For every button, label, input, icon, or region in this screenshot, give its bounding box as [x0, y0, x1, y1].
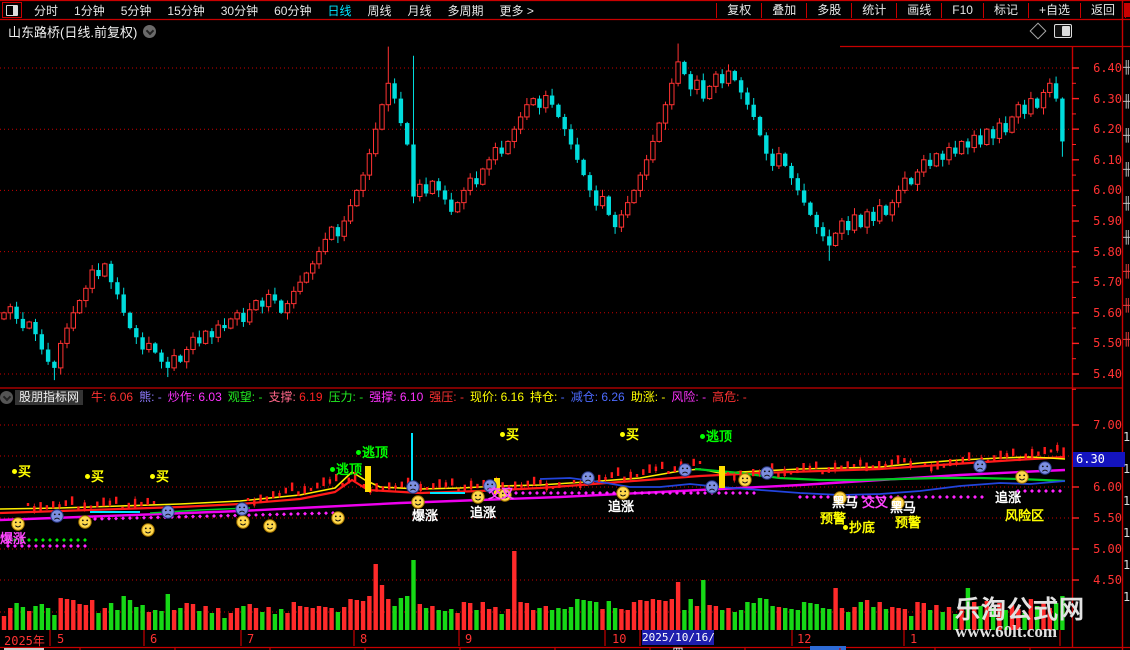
time-axis-label: 6	[150, 632, 158, 646]
signal-label-交叉: 交叉	[862, 495, 889, 510]
watermark: 乐淘公式网 www.60lt.com	[955, 597, 1085, 641]
watermark-site-name: 乐淘公式网	[955, 596, 1086, 624]
clipped-glyph: 1	[1123, 590, 1130, 604]
indicator-field: 压力: -	[328, 390, 364, 404]
time-axis-label: 8	[360, 632, 368, 646]
indicator-name[interactable]: 股朋指标网	[15, 389, 84, 405]
signal-label-逃顶: 逃顶	[330, 459, 362, 478]
clipped-glyph: ╫	[1123, 128, 1130, 142]
indicator-header: 股朋指标网 牛: 6.06 熊: - 炒作: 6.03 观望: - 支撑: 6.19 压力…	[0, 389, 1070, 405]
indicator-field: 现价: 6.16	[469, 390, 524, 404]
signal-dot	[500, 432, 505, 437]
clipped-glyph: 1	[1123, 462, 1130, 476]
indicator-field: 炒作: 6.03	[167, 390, 222, 404]
frame-lines	[0, 0, 1130, 650]
main-axis-label: 6.00	[1093, 183, 1122, 198]
signal-dot	[356, 450, 361, 455]
indicator-collapse-icon[interactable]	[0, 390, 13, 404]
clipped-glyph: 1	[1123, 494, 1130, 508]
indicator-field: 观望: -	[227, 390, 263, 404]
clipped-glyph: ╫	[1123, 230, 1130, 244]
signal-dot	[150, 474, 155, 479]
signal-label-风险区: 风险区	[1005, 508, 1045, 523]
main-axis-label: 6.40	[1093, 61, 1122, 75]
clipped-glyph: ╫	[1123, 298, 1130, 312]
signal-label-逃顶: 逃顶	[356, 442, 388, 461]
clipped-glyph: ╫	[1123, 264, 1130, 278]
clipped-glyph: ╫	[1123, 94, 1130, 108]
main-axis-label: 5.40	[1093, 367, 1122, 381]
trading-app-window: 分时 1分钟 5分钟 15分钟 30分钟 60分钟 日线 周线 月线 多周期 更多 > 复权 叠加 多股…	[0, 0, 1130, 650]
time-axis-label: 7	[247, 632, 255, 646]
indicator-field: 熊: -	[139, 390, 162, 404]
time-axis-label: 2025年	[4, 634, 45, 648]
main-gridlines	[0, 67, 1072, 375]
selected-date-badge: 2025/10/16/四	[642, 630, 715, 650]
signal-label-买: 买	[500, 424, 519, 443]
main-axis-label: 5.50	[1093, 336, 1122, 351]
signal-label-追涨: 追涨	[995, 490, 1022, 505]
signal-label-爆涨: 爆涨	[0, 531, 27, 546]
indicator-axis-label: 5.50	[1093, 511, 1122, 525]
indicator-field: 高危: -	[712, 390, 747, 404]
signal-label-买: 买	[85, 466, 104, 485]
indicator-axis-label: 6.00	[1093, 480, 1122, 494]
time-axis-label: 12	[797, 632, 812, 646]
signal-label-追涨: 追涨	[470, 505, 497, 520]
time-axis-label: 1	[910, 632, 918, 646]
clipped-glyph: ╫	[1123, 162, 1130, 176]
main-axis-label: 5.60	[1093, 305, 1122, 320]
signal-label-买: 买	[12, 461, 31, 480]
indicator-field: 助涨: -	[630, 390, 666, 404]
right-edge-clipped-panel: 1 1 1 1 1 1 ╫ ╫ ╫ ╫ ╫ ╫ ╫ ╫ ╫	[1123, 0, 1130, 650]
indicator-field: 风险: -	[671, 390, 707, 404]
candlesticks	[1, 43, 1065, 381]
indicator-field: 持仓: -	[530, 390, 565, 404]
signal-label-买: 买	[150, 466, 169, 485]
main-axis-label: 5.80	[1093, 244, 1122, 259]
main-axis-label: 5.70	[1093, 275, 1122, 290]
signal-label-逃顶: 逃顶	[700, 426, 732, 445]
signal-label-交叉: 交叉	[488, 486, 515, 501]
indicator-field: 支撑: 6.19	[268, 390, 323, 404]
clipped-glyph: 1	[1123, 430, 1130, 444]
indicator-field: 牛: 6.06	[91, 390, 134, 404]
signal-label-预警: 预警	[895, 515, 922, 530]
indicator-field: 强撑: 6.10	[369, 390, 424, 404]
clipped-glyph: 1	[1123, 558, 1130, 572]
time-axis-label: 10	[612, 632, 627, 646]
signal-dot	[12, 469, 17, 474]
signal-label-买: 买	[620, 424, 639, 443]
indicator-values: 牛: 6.06 熊: - 炒作: 6.03 观望: - 支撑: 6.19 压力: - 强撑:…	[85, 389, 747, 405]
signal-dot	[843, 525, 848, 530]
main-axis-label: 6.20	[1093, 122, 1122, 137]
signal-dot	[620, 432, 625, 437]
clipped-glyph: ╫	[1123, 196, 1130, 210]
signal-dot	[85, 474, 90, 479]
clipped-glyph: 1	[1123, 526, 1130, 540]
signal-dot	[330, 467, 335, 472]
watermark-url: www.60lt.com	[955, 622, 1057, 641]
clipped-glyph: ╫	[1123, 332, 1130, 346]
signal-label-抄底: 抄底	[843, 517, 875, 536]
main-axis-label: 6.30	[1093, 91, 1122, 106]
time-axis-label: 5	[57, 632, 65, 646]
indicator-axis-label: 7.00	[1093, 418, 1122, 432]
current-value-badge: 6.30	[1073, 452, 1125, 467]
volume-bars	[1, 551, 1065, 630]
main-axis-label: 5.90	[1093, 214, 1122, 228]
main-axis-label: 6.10	[1093, 152, 1122, 167]
time-axis-label: 9	[465, 632, 473, 646]
signal-label-追涨: 追涨	[608, 499, 635, 514]
signal-dot	[700, 434, 705, 439]
signal-label-爆涨: 爆涨	[412, 508, 439, 523]
indicator-axis-label: 5.00	[1093, 542, 1122, 556]
indicator-field: 强压: -	[429, 390, 464, 404]
indicator-field: 减仓: 6.26	[570, 390, 625, 404]
indicator-axis-label: 4.50	[1093, 573, 1122, 587]
chart-canvas	[0, 0, 1130, 650]
clipped-glyph: ╫	[1123, 60, 1130, 74]
